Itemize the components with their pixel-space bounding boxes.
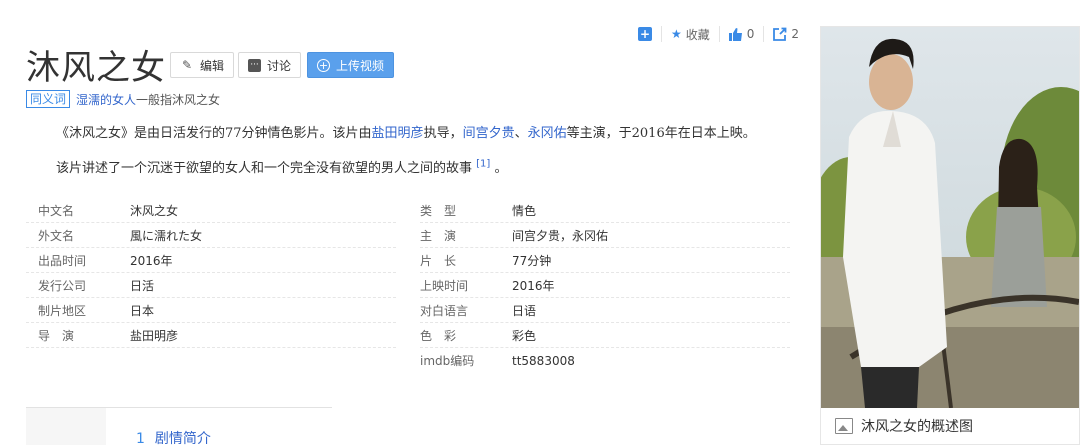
info-row: 导 演 盐田明彦 <box>26 323 396 348</box>
info-row: 主 演 间宫夕贵，永冈佑 <box>420 223 790 248</box>
plot-end: 。 <box>494 161 508 176</box>
toc-item-number: 1 <box>136 431 145 445</box>
like-count: 0 <box>746 27 755 41</box>
add-button[interactable]: + <box>638 26 661 42</box>
plus-icon: + <box>638 27 652 41</box>
info-key: 片 长 <box>420 253 457 268</box>
reference-link[interactable]: [1] <box>476 159 490 170</box>
summary-text-3: 、 <box>514 126 528 141</box>
info-row: 对白语言 日语 <box>420 298 790 323</box>
pencil-icon: ✎ <box>181 58 193 72</box>
info-row: 类 型 情色 <box>420 198 790 223</box>
info-value: 2016年 <box>130 253 173 268</box>
info-column-left: 中文名 沐风之女 外文名 風に濡れた女 出品时间 2016年 发行公司 日活 制片地区 日… <box>26 198 396 373</box>
poster-card[interactable]: 沐风之女的概述图 <box>820 26 1080 445</box>
info-key: 对白语言 <box>420 303 469 318</box>
synonym-suffix: 一般指沐风之女 <box>136 92 221 107</box>
edit-button[interactable]: ✎ 编辑 <box>170 52 235 78</box>
info-value: 日活 <box>130 278 155 293</box>
collect-button[interactable]: ★ 收藏 <box>661 26 719 42</box>
info-value: 间宫夕贵，永冈佑 <box>512 228 609 243</box>
info-value: tt5883008 <box>512 353 575 368</box>
info-row: imdb编码 tt5883008 <box>420 348 790 373</box>
toc-item-label: 剧情简介 <box>154 431 211 445</box>
info-key: 外文名 <box>38 228 75 243</box>
toc-gutter <box>26 408 106 445</box>
collect-label: 收藏 <box>685 27 710 42</box>
info-key: 中文名 <box>38 203 75 218</box>
info-row: 外文名 風に濡れた女 <box>26 223 396 248</box>
poster-caption: 沐风之女的概述图 <box>821 408 1079 444</box>
info-row: 出品时间 2016年 <box>26 248 396 273</box>
info-value: 風に濡れた女 <box>130 228 203 243</box>
image-icon <box>835 418 853 434</box>
info-key: 色 彩 <box>420 328 457 343</box>
director-value-link[interactable]: 盐田明彦 <box>130 327 178 344</box>
info-value: 77分钟 <box>512 253 552 268</box>
info-column-right: 类 型 情色 主 演 间宫夕贵，永冈佑 片 长 77分钟 上映时间 2016年 对白语言… <box>420 198 790 373</box>
share-button[interactable]: 2 <box>763 26 808 42</box>
like-button[interactable]: 0 <box>718 26 764 42</box>
page-title: 沐风之女 <box>26 48 166 88</box>
info-row: 上映时间 2016年 <box>420 273 790 298</box>
thumbs-up-icon <box>728 28 742 41</box>
summary-text-2: 执导， <box>423 126 463 141</box>
plot-paragraph: 该片讲述了一个沉迷于欲望的女人和一个完全没有欲望的男人之间的故事 [1] 。 <box>56 157 507 176</box>
info-row: 色 彩 彩色 <box>420 323 790 348</box>
summary-text-4: 等主演，于2016年在日本上映。 <box>566 126 756 141</box>
summary-text-1: 《沐风之女》是由日活发行的77分钟情色影片。该片由 <box>56 126 372 141</box>
info-key: 导 演 <box>38 328 75 343</box>
plus-circle-icon: + <box>317 58 330 72</box>
edit-label: 编辑 <box>200 58 225 73</box>
synonym-link[interactable]: 湿濡的女人 <box>76 91 136 108</box>
upload-video-button[interactable]: + 上传视频 <box>307 52 395 78</box>
info-key: 主 演 <box>420 228 457 243</box>
info-key: 类 型 <box>420 203 457 218</box>
table-of-contents: 1 剧情简介 <box>26 407 332 445</box>
summary-paragraph: 《沐风之女》是由日活发行的77分钟情色影片。该片由盐田明彦执导，间宫夕贵、永冈佑… <box>56 122 756 141</box>
share-icon <box>773 27 787 41</box>
poster-image <box>821 27 1079 408</box>
info-row: 中文名 沐风之女 <box>26 198 396 223</box>
info-value: 沐风之女 <box>130 203 179 218</box>
info-key: 制片地区 <box>38 303 87 318</box>
info-value: 2016年 <box>512 278 555 293</box>
plot-text: 该片讲述了一个沉迷于欲望的女人和一个完全没有欲望的男人之间的故事 <box>56 161 473 176</box>
synonym-tag: 同义词 <box>26 90 71 108</box>
discussion-icon: ··· <box>248 58 261 72</box>
info-value: 日本 <box>130 303 155 318</box>
info-value: 情色 <box>512 203 537 218</box>
info-row: 发行公司 日活 <box>26 273 396 298</box>
toc-item-plot[interactable]: 1 剧情简介 <box>136 428 211 445</box>
info-row: 片 长 77分钟 <box>420 248 790 273</box>
info-row: 制片地区 日本 <box>26 298 396 323</box>
info-value: 日语 <box>512 303 537 318</box>
info-key: 上映时间 <box>420 278 469 293</box>
star-icon: ★ <box>671 27 682 41</box>
actor-link-2[interactable]: 永冈佑 <box>528 126 567 141</box>
synonym-line: 同义词 湿濡的女人 一般指沐风之女 <box>26 90 220 108</box>
info-value: 彩色 <box>512 328 537 343</box>
discuss-button[interactable]: ··· 讨论 <box>238 52 302 78</box>
upload-label: 上传视频 <box>336 58 385 73</box>
action-bar: + ★ 收藏 0 2 <box>638 24 808 44</box>
director-link[interactable]: 盐田明彦 <box>372 126 424 141</box>
basic-info-table: 中文名 沐风之女 外文名 風に濡れた女 出品时间 2016年 发行公司 日活 制片地区 日… <box>26 198 790 373</box>
info-key: 出品时间 <box>38 253 87 268</box>
discuss-label: 讨论 <box>267 58 292 73</box>
poster-caption-text: 沐风之女的概述图 <box>861 419 973 435</box>
share-count: 2 <box>791 27 800 41</box>
info-key: 发行公司 <box>38 278 87 293</box>
actor-link-1[interactable]: 间宫夕贵 <box>463 126 515 141</box>
info-key: imdb编码 <box>420 354 475 368</box>
